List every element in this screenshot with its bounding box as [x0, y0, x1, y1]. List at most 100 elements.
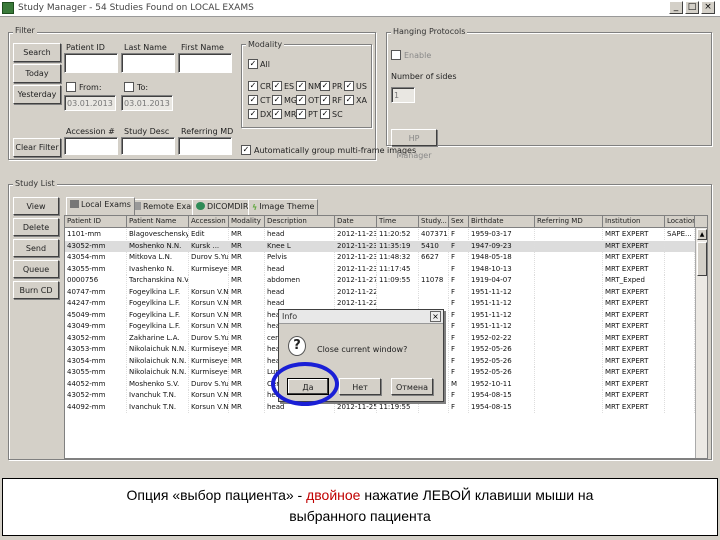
modality-checkbox[interactable]: ✓	[296, 95, 306, 105]
modality-checkbox[interactable]: ✓	[344, 81, 354, 91]
tab-image-theme-label: Image Theme	[259, 202, 315, 211]
delete-button[interactable]: Delete	[13, 218, 59, 236]
table-cell: 44092-mm	[65, 401, 127, 413]
table-cell: MR	[229, 275, 265, 286]
table-row[interactable]: 44092-mm Ivanchuk T.N. Korsun V.N. MR head 20…	[65, 401, 695, 413]
modality-checkbox[interactable]: ✓	[344, 95, 354, 105]
table-cell: F	[449, 298, 469, 309]
modality-checkbox[interactable]: ✓	[272, 109, 282, 119]
referring-md-input[interactable]	[178, 137, 232, 155]
modality-legend: Modality	[246, 40, 285, 49]
modality-label: XA	[356, 96, 367, 105]
from-date-checkbox[interactable]	[66, 82, 76, 92]
table-row[interactable]: 43054-mm Mitkova L.N. Durov S.Yu. MR Pelvis 2…	[65, 252, 695, 263]
modality-checkbox[interactable]: ✓	[248, 95, 258, 105]
column-header[interactable]: Patient Name	[127, 216, 189, 228]
hp-manager-button[interactable]: HP Manager	[391, 129, 437, 160]
column-header[interactable]: Location	[665, 216, 695, 228]
modality-checkbox[interactable]: ✓	[320, 95, 330, 105]
column-header[interactable]: Referring MD	[535, 216, 603, 228]
hp-enable-checkbox[interactable]	[391, 50, 401, 60]
to-date-picker[interactable]: 03.01.2013	[121, 95, 173, 111]
modality-checkbox[interactable]: ✓	[320, 109, 330, 119]
table-row[interactable]: 0000756 Tarchanskina N.V. MR abdomen 2012-11…	[65, 275, 695, 286]
accession-input[interactable]	[64, 137, 118, 155]
modality-checkbox[interactable]: ✓	[248, 81, 258, 91]
scroll-up-arrow-icon[interactable]: ▲	[697, 229, 707, 240]
tab-image-theme[interactable]: ϟ Image Theme	[248, 199, 319, 215]
today-button[interactable]: Today	[13, 64, 61, 83]
table-cell: 2012-11-25	[337, 401, 377, 413]
column-header[interactable]: Birthdate	[469, 216, 535, 228]
table-cell	[535, 332, 603, 344]
column-header[interactable]: Time	[377, 216, 419, 228]
vertical-scrollbar[interactable]: ▲	[695, 228, 707, 458]
table-cell: 11:19:55	[377, 401, 419, 413]
dialog-close-icon[interactable]: ×	[430, 311, 441, 322]
table-cell	[665, 252, 695, 263]
table-cell: 43052-mm	[65, 240, 127, 252]
num-sides-spinner[interactable]: 1	[391, 87, 415, 103]
table-cell: Korsun V.N.	[191, 309, 229, 321]
table-cell: Nikolaichuk N.N.	[127, 344, 189, 355]
maximize-button[interactable]: □	[685, 1, 699, 14]
yesterday-button[interactable]: Yesterday	[13, 85, 61, 104]
modality-checkbox[interactable]: ✓	[248, 109, 258, 119]
tab-local-exams[interactable]: Local Exams	[66, 197, 135, 215]
clear-filter-button[interactable]: Clear Filter	[13, 138, 61, 157]
close-button[interactable]: ×	[701, 1, 715, 14]
modality-checkbox[interactable]: ✓	[272, 95, 282, 105]
first-name-input[interactable]	[178, 53, 232, 73]
table-row[interactable]: 43052-mm Moshenko N.N. Kursk ... MR Knee L 20…	[65, 240, 695, 252]
dialog-no-button[interactable]: Нет	[339, 378, 381, 395]
column-header[interactable]: Accession	[189, 216, 229, 228]
modality-checkbox[interactable]: ✓	[272, 81, 282, 91]
highlight-circle	[271, 362, 339, 406]
column-header[interactable]: Patient ID	[65, 216, 127, 228]
column-header[interactable]: Institution	[603, 216, 665, 228]
table-row[interactable]: 40747-mm Fogeylkina L.F. Korsun V.N. MR head…	[65, 286, 695, 298]
auto-group-checkbox[interactable]: ✓	[241, 145, 251, 155]
table-cell: 6627	[419, 252, 449, 263]
modality-label: NM	[308, 82, 321, 91]
burn-cd-button[interactable]: Burn CD	[13, 281, 59, 299]
send-button[interactable]: Send	[13, 239, 59, 257]
modality-checkbox[interactable]: ✓	[296, 81, 306, 91]
tab-dicomdir[interactable]: DICOMDIR	[192, 199, 253, 215]
lightning-icon: ϟ	[252, 203, 258, 212]
table-row[interactable]: 44247-mm Fogeylkina L.F. Korsun V.N. MR head…	[65, 298, 695, 309]
minimize-button[interactable]: _	[669, 1, 683, 14]
view-button[interactable]: View	[13, 197, 59, 215]
queue-button[interactable]: Queue	[13, 260, 59, 278]
dialog-cancel-button[interactable]: Отмена	[391, 378, 433, 395]
column-header[interactable]: Study...	[419, 216, 449, 228]
table-cell: F	[449, 332, 469, 344]
column-header[interactable]: Date	[335, 216, 377, 228]
table-cell: MR	[229, 286, 265, 298]
modality-checkbox[interactable]: ✓	[296, 109, 306, 119]
window-title-bar[interactable]: Study Manager - 54 Studies Found on LOCA…	[0, 0, 720, 17]
table-row[interactable]: 43055-mmIvashenko N.Kurmiseye...MRhead20…	[65, 263, 695, 275]
table-cell: Pelvis	[265, 252, 335, 263]
study-desc-input[interactable]	[121, 137, 175, 155]
accession-label: Accession #	[66, 127, 115, 136]
column-header[interactable]: Sex	[449, 216, 469, 228]
modality-label: PT	[308, 110, 318, 119]
table-cell	[377, 298, 419, 309]
table-cell: 1952-10-11	[469, 378, 535, 390]
table-cell: MRT EXPERT	[603, 309, 665, 321]
table-row[interactable]: 1101-mm Blagoveschensky... Edit MR head 2012-…	[65, 229, 695, 240]
table-cell: 43054-mm	[65, 252, 127, 263]
table-cell: F	[449, 309, 469, 321]
column-header[interactable]: Modality	[229, 216, 265, 228]
search-button[interactable]: Search	[13, 43, 61, 62]
table-cell: Korsun V.N.	[191, 401, 229, 413]
last-name-input[interactable]	[121, 53, 175, 73]
modality-checkbox[interactable]: ✓	[320, 81, 330, 91]
to-date-checkbox[interactable]	[124, 82, 134, 92]
patient-id-input[interactable]	[64, 53, 118, 73]
from-date-picker[interactable]: 03.01.2013	[64, 95, 116, 111]
modality-all-checkbox[interactable]: ✓	[248, 59, 258, 69]
scroll-thumb[interactable]	[697, 242, 707, 276]
column-header[interactable]: Description	[265, 216, 335, 228]
